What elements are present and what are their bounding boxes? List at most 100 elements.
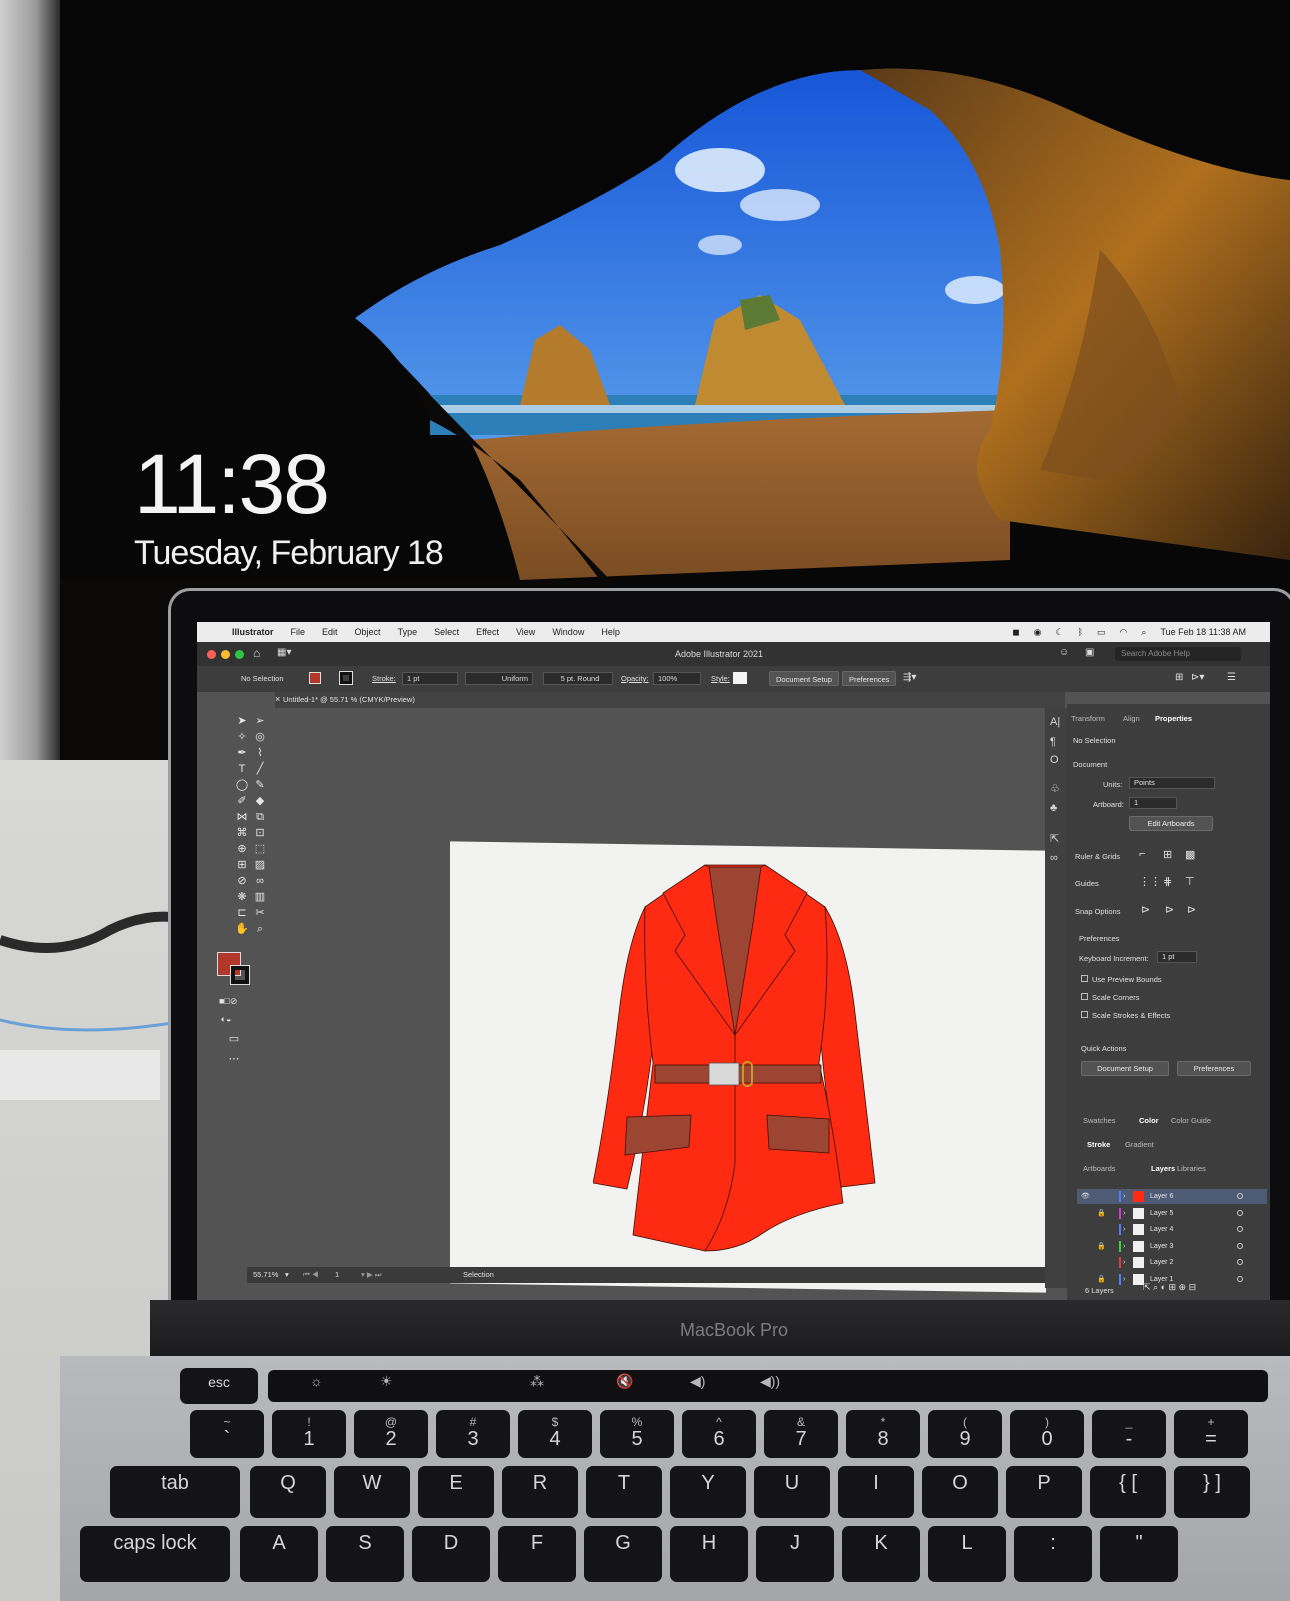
tab-gradient[interactable]: Gradient <box>1125 1140 1154 1149</box>
layer-row[interactable]: 🔒 › Layer 3 <box>1077 1239 1267 1254</box>
arrange-documents-icon[interactable]: ▣ <box>1085 647 1094 658</box>
graph-tool-icon[interactable]: ▥ <box>253 890 267 904</box>
quick-document-setup-button[interactable]: Document Setup <box>1081 1061 1169 1076</box>
document-tab[interactable]: Untitled-1* @ 55.71 % (CMYK/Preview) <box>283 695 415 704</box>
letter-key[interactable]: K <box>842 1526 920 1582</box>
number-key[interactable]: $4 <box>518 1410 592 1458</box>
layer-name[interactable]: Layer 6 <box>1150 1189 1173 1204</box>
esc-key[interactable]: esc <box>180 1368 258 1404</box>
expand-chevron-icon[interactable]: › <box>1123 1222 1125 1237</box>
paintbrush-tool-icon[interactable]: ✎ <box>253 778 267 792</box>
target-circle-icon[interactable] <box>1237 1193 1243 1199</box>
menu-window[interactable]: Window <box>552 627 584 637</box>
expand-chevron-icon[interactable]: › <box>1123 1189 1125 1204</box>
zoom-level-field[interactable]: 55.71% <box>253 1270 278 1279</box>
letter-key[interactable]: O <box>922 1466 998 1518</box>
fill-color-swatch[interactable] <box>309 672 321 684</box>
letter-key[interactable]: } ] <box>1174 1466 1250 1518</box>
smart-guides-icon[interactable]: ⊤ <box>1185 875 1195 888</box>
layer-name[interactable]: Layer 2 <box>1150 1255 1173 1270</box>
letter-key[interactable]: U <box>754 1466 830 1518</box>
character-panel-icon[interactable]: A| <box>1050 716 1060 728</box>
layer-row[interactable]: › Layer 2 <box>1077 1255 1267 1270</box>
menu-app-name[interactable]: Illustrator <box>232 627 274 637</box>
tab-artboards[interactable]: Artboards <box>1083 1164 1116 1173</box>
menu-effect[interactable]: Effect <box>476 627 499 637</box>
layer-row[interactable]: 👁 › Layer 6 <box>1077 1189 1267 1204</box>
close-document-icon[interactable]: × <box>275 694 280 704</box>
number-key[interactable]: (9 <box>928 1410 1002 1458</box>
current-tool-status[interactable]: Selection <box>463 1270 494 1279</box>
layers-footer-icons[interactable]: ⇱ ⌕ ◐ ⊞ ⊕ ⊟ <box>1143 1282 1196 1293</box>
stroke-color-swatch[interactable] <box>339 671 353 685</box>
number-key[interactable]: ) 0 <box>1010 1410 1084 1458</box>
volume-down-icon[interactable]: ◀) <box>690 1373 705 1390</box>
letter-key[interactable]: F <box>498 1526 576 1582</box>
menu-edit[interactable]: Edit <box>322 627 338 637</box>
tab-properties[interactable]: Properties <box>1155 714 1192 723</box>
symbol-sprayer-tool-icon[interactable]: ❋ <box>235 890 249 904</box>
brush-definition-select[interactable]: 5 pt. Round <box>543 672 613 685</box>
tab-libraries[interactable]: Libraries <box>1177 1164 1206 1173</box>
number-key[interactable]: % 5 <box>600 1410 674 1458</box>
edit-toolbar-icon[interactable]: ⋯ <box>227 1052 241 1066</box>
line-tool-icon[interactable]: ╱ <box>253 762 267 776</box>
letter-key[interactable]: : <box>1014 1526 1092 1582</box>
use-preview-bounds-checkbox[interactable] <box>1081 975 1088 982</box>
layer-name[interactable]: Layer 4 <box>1150 1222 1173 1237</box>
home-icon[interactable]: ⌂ <box>253 646 260 660</box>
symbols-panel-icon[interactable]: ♣ <box>1050 802 1057 814</box>
menu-file[interactable]: File <box>291 627 306 637</box>
help-search-input[interactable]: Search Adobe Help <box>1115 647 1241 661</box>
opentype-panel-icon[interactable]: O <box>1050 754 1059 766</box>
screen-mode-icon[interactable]: ▭ <box>227 1032 241 1046</box>
menu-view[interactable]: View <box>516 627 535 637</box>
snap-to-pixel-icon[interactable]: ⊳ <box>1187 903 1196 916</box>
caps-lock-key[interactable]: caps lock <box>80 1526 230 1582</box>
letter-key[interactable]: H <box>670 1526 748 1582</box>
tab-layers[interactable]: Layers <box>1151 1164 1175 1173</box>
number-key[interactable]: * 8 <box>846 1410 920 1458</box>
snap-to-grid-icon[interactable]: ⊳ <box>1165 903 1174 916</box>
shaper-tool-icon[interactable]: ✐ <box>235 794 249 808</box>
live-paint-tool-icon[interactable]: ⬚ <box>253 842 267 856</box>
shape-builder-tool-icon[interactable]: ⊕ <box>235 842 249 856</box>
paragraph-panel-icon[interactable]: ¶ <box>1050 736 1056 748</box>
brightness-down-icon[interactable]: ☼ <box>310 1373 323 1389</box>
lock-icon[interactable]: 🔒 <box>1097 1239 1106 1254</box>
letter-key[interactable]: S <box>326 1526 404 1582</box>
letter-key[interactable]: D <box>412 1526 490 1582</box>
links-panel-icon[interactable]: ∞ <box>1050 852 1058 864</box>
target-circle-icon[interactable] <box>1237 1259 1243 1265</box>
letter-key[interactable]: I <box>838 1466 914 1518</box>
lock-icon[interactable]: 🔒 <box>1097 1272 1106 1287</box>
tab-color-guide[interactable]: Color Guide <box>1171 1116 1211 1125</box>
tab-color[interactable]: Color <box>1139 1116 1159 1125</box>
letter-key[interactable]: Y <box>670 1466 746 1518</box>
graphic-style-swatch[interactable] <box>733 672 747 684</box>
type-tool-icon[interactable]: T <box>235 762 249 776</box>
quick-preferences-button[interactable]: Preferences <box>1177 1061 1251 1076</box>
zoom-tool-icon[interactable]: ⌕ <box>253 922 267 936</box>
edit-artboards-button[interactable]: Edit Artboards <box>1129 816 1213 831</box>
letter-key[interactable]: Q <box>250 1466 326 1518</box>
stroke-weight-field[interactable]: 1 pt <box>402 672 458 685</box>
close-window-button[interactable] <box>207 650 216 659</box>
number-key[interactable]: ! 1 <box>272 1410 346 1458</box>
selection-tool-icon[interactable]: ➤ <box>235 714 249 728</box>
menu-type[interactable]: Type <box>398 627 418 637</box>
number-key[interactable]: #3 <box>436 1410 510 1458</box>
letter-key[interactable]: J <box>756 1526 834 1582</box>
rulers-icon[interactable]: ⌐ <box>1139 848 1145 860</box>
panel-menu-icon[interactable]: ☰ <box>1227 672 1236 683</box>
expand-chevron-icon[interactable]: › <box>1123 1239 1125 1254</box>
transparency-grid-icon[interactable]: ▩ <box>1185 848 1195 861</box>
menubar-clock[interactable]: Tue Feb 18 11:38 AM <box>1160 627 1246 637</box>
style-label[interactable]: Style: <box>711 674 730 683</box>
artboard-nav-next-icon[interactable]: ▾ ▶ ⏭ <box>361 1270 381 1280</box>
layer-row[interactable]: 🔒 › Layer 5 <box>1077 1206 1267 1221</box>
blend-tool-icon[interactable]: ∞ <box>253 874 267 888</box>
brightness-up-icon[interactable]: ☀ <box>380 1373 393 1390</box>
document-setup-button[interactable]: Document Setup <box>769 671 839 686</box>
stroke-color-chip[interactable] <box>230 965 250 985</box>
